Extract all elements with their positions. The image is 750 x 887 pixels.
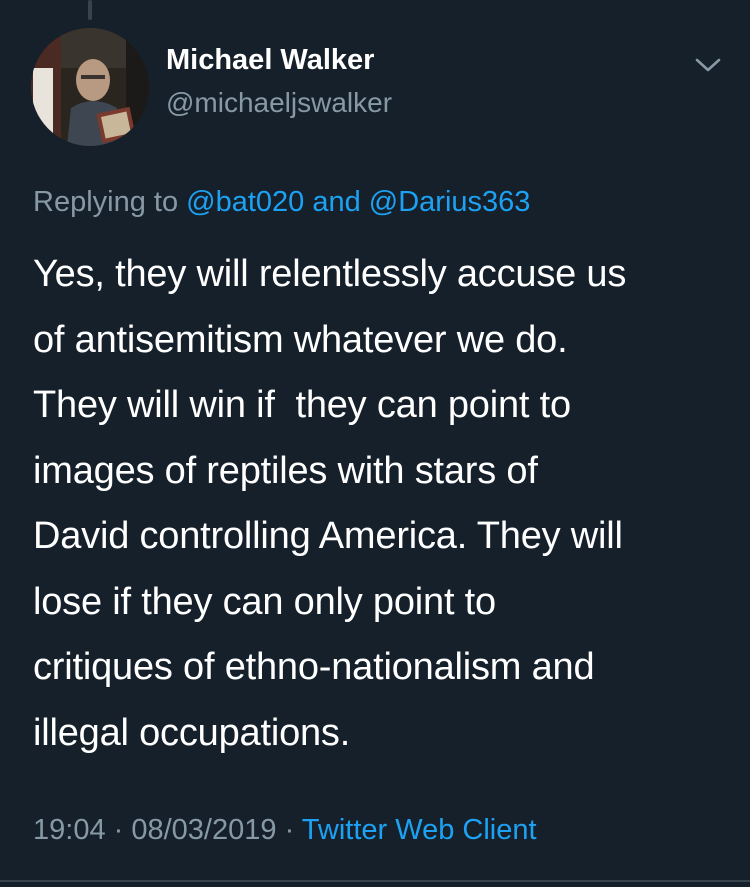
meta-separator: · xyxy=(276,814,302,846)
avatar-image xyxy=(31,28,149,146)
tweet-metadata: 19:04 · 08/03/2019 · Twitter Web Client xyxy=(33,814,537,847)
chevron-down-icon[interactable] xyxy=(690,50,726,80)
tweet-text-line: David controlling America. They will xyxy=(33,515,623,557)
replying-to-label: Replying to xyxy=(33,186,187,218)
mention-link[interactable]: @Darius363 xyxy=(369,186,531,218)
tweet-text-line: of antisemitism whatever we do. xyxy=(33,318,568,361)
tweet-text-line: images of reptiles with stars of xyxy=(33,449,538,492)
mention-conjunction: and xyxy=(304,186,369,218)
mention-link[interactable]: @bat020 xyxy=(186,186,304,218)
source-client-link[interactable]: Twitter Web Client xyxy=(302,814,537,846)
user-handle[interactable]: @michaeljswalker xyxy=(166,87,392,119)
meta-separator: · xyxy=(105,814,132,846)
tweet-text-line: Yes, they will relentlessly accuse us xyxy=(33,253,627,295)
tweet-date[interactable]: 08/03/2019 xyxy=(131,814,276,846)
tweet-time[interactable]: 19:04 xyxy=(33,814,106,846)
tweet-text-line: They will win if they can point to xyxy=(33,384,571,426)
tweet-text-line: critiques of ethno-nationalism and xyxy=(33,646,595,688)
replying-to: Replying to @bat020 and @Darius363 xyxy=(33,186,530,219)
avatar[interactable] xyxy=(31,28,149,146)
tweet-text: Yes, they will relentlessly accuse us of… xyxy=(33,242,733,766)
display-name[interactable]: Michael Walker xyxy=(166,44,374,77)
tweet-text-line: lose if they can only point to xyxy=(33,580,496,623)
divider xyxy=(0,880,750,882)
tweet-detail: Michael Walker @michaeljswalker Replying… xyxy=(0,0,750,887)
thread-connector-line xyxy=(88,0,92,20)
tweet-text-line: illegal occupations. xyxy=(33,711,351,754)
